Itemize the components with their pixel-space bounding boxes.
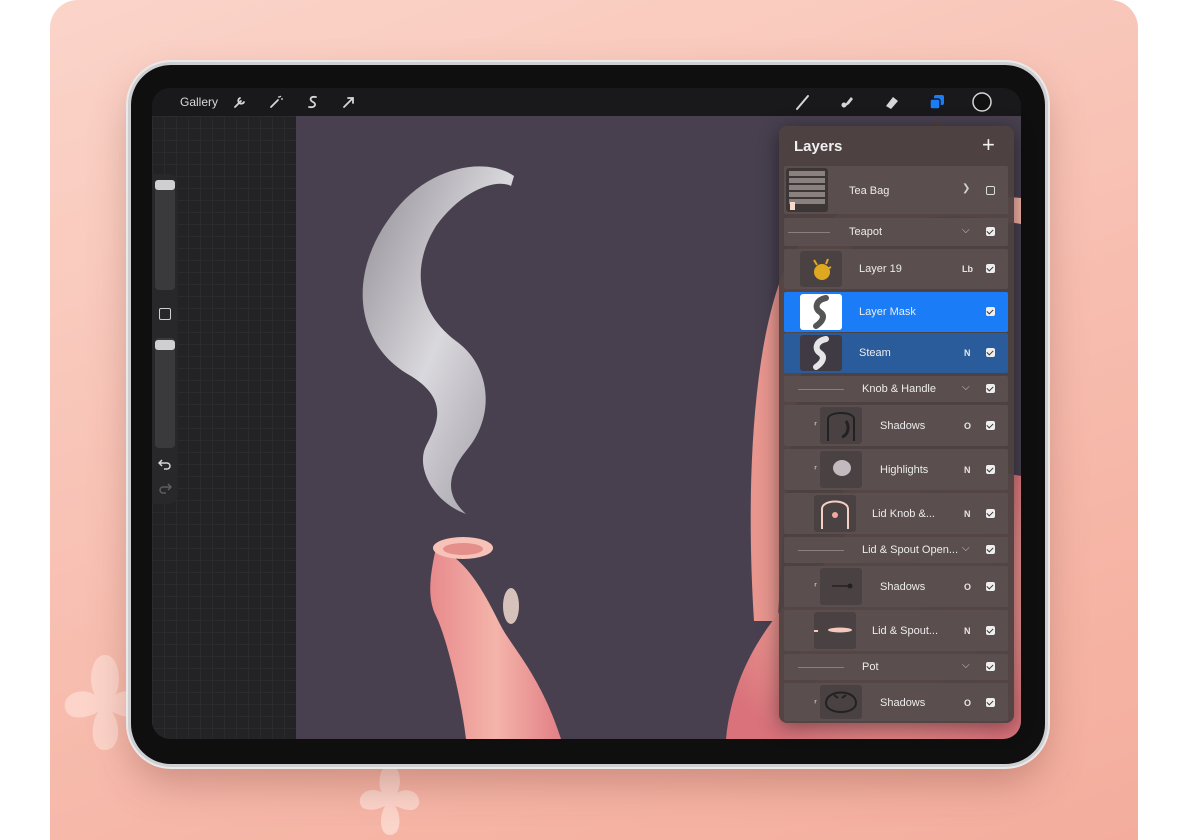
visibility-checkbox[interactable] [986,186,995,195]
chevron-down-icon[interactable]: ⌵ [962,382,970,393]
blend-mode-label[interactable]: N [964,509,971,519]
clipping-mask-icon: ⸢ [814,465,818,475]
blend-mode-label[interactable]: N [964,348,971,358]
redo-icon[interactable] [158,482,172,494]
steam-shape [362,166,514,515]
flower-decoration [359,765,420,835]
blend-mode-label[interactable]: N [964,465,971,475]
visibility-checkbox[interactable] [986,582,995,591]
clipping-mask-icon: ⸢ [814,421,818,431]
layer-thumbnail [814,495,856,532]
chevron-down-icon[interactable]: ⌵ [962,660,970,671]
layers-panel: Layers + Tea Bag ❯ Teapot ⌵ Layer 19 Lb … [779,126,1014,723]
chevron-down-icon[interactable]: ⌵ [962,225,970,236]
blend-mode-label[interactable]: O [964,582,971,592]
visibility-checkbox[interactable] [986,509,995,518]
wrench-icon[interactable] [231,93,249,111]
top-toolbar: Gallery [152,88,1021,116]
layer-name: Shadows [880,420,926,432]
visibility-checkbox[interactable] [986,307,995,316]
layer-name: Tea Bag [849,185,890,197]
clipping-mask-icon: ⸢ [814,699,818,709]
opacity-slider[interactable] [155,338,175,448]
side-toolbar [152,174,178,504]
blend-mode-label[interactable]: N [964,626,971,636]
group-name: Lid & Spout Open... [862,544,959,556]
gallery-button[interactable]: Gallery [180,95,218,109]
layer-row-tea-bag[interactable]: Tea Bag ❯ [784,166,1008,214]
layer-row-shadows-3[interactable]: ⸢ Shadows O [784,683,1008,721]
layer-name: Lid & Spout... [872,625,939,637]
group-divider [798,550,844,551]
brush-size-thumb[interactable] [155,180,175,190]
visibility-checkbox[interactable] [986,662,995,671]
layer-row-layer-mask[interactable]: Layer Mask [784,292,1008,332]
brush-size-slider[interactable] [155,180,175,290]
chevron-right-icon[interactable]: ❯ [962,183,970,194]
mask-thumbnail [800,294,842,330]
magic-wand-icon[interactable] [267,93,285,111]
group-name: Knob & Handle [862,383,936,395]
group-row-pot[interactable]: Pot ⌵ [784,654,1008,680]
visibility-checkbox[interactable] [986,465,995,474]
group-divider [798,667,844,668]
layer-name: Shadows [880,697,926,709]
visibility-checkbox[interactable] [986,421,995,430]
layer-row-lid-knob[interactable]: Lid Knob &... N [784,493,1008,534]
panel-title: Layers [794,138,843,155]
color-swatch-icon[interactable] [971,91,993,113]
group-name: Teapot [849,226,883,238]
layer-name: Layer Mask [859,306,916,318]
layer-thumbnail [800,251,842,287]
teapot-spout [430,548,561,739]
group-divider [798,389,844,390]
layer-name: Layer 19 [859,263,902,275]
undo-icon[interactable] [158,458,172,470]
layer-name: Highlights [880,464,929,476]
layer-name: Lid Knob &... [872,508,935,520]
layer-thumbnail [800,335,842,371]
layer-row-steam[interactable]: Steam N [784,333,1008,373]
layer-thumbnail [820,685,862,719]
layer-thumbnail [820,451,862,488]
layer-row-shadows-2[interactable]: ⸢ Shadows O [784,566,1008,607]
eraser-icon[interactable] [883,93,901,111]
brush-icon[interactable] [794,93,812,111]
selection-icon[interactable] [304,93,322,111]
group-divider [788,232,830,233]
visibility-checkbox[interactable] [986,227,995,236]
group-row-lid-spout-opening[interactable]: Lid & Spout Open... ⌵ [784,537,1008,563]
group-row-teapot[interactable]: Teapot ⌵ [784,218,1008,246]
layers-icon[interactable] [928,93,946,111]
layer-thumbnail [786,168,828,212]
chevron-down-icon[interactable]: ⌵ [962,543,970,554]
layer-thumbnail [820,407,862,444]
visibility-checkbox[interactable] [986,348,995,357]
layer-row-lid-spout[interactable]: Lid & Spout... N [784,610,1008,651]
clipping-mask-icon: ⸢ [814,582,818,592]
layer-thumbnail [814,612,856,649]
blend-mode-label[interactable]: Lb [962,264,973,274]
group-row-knob-handle[interactable]: Knob & Handle ⌵ [784,376,1008,402]
layer-row-shadows[interactable]: ⸢ Shadows O [784,405,1008,446]
opacity-thumb[interactable] [155,340,175,350]
visibility-checkbox[interactable] [986,545,995,554]
add-layer-button[interactable]: + [982,134,995,156]
blend-mode-label[interactable]: O [964,421,971,431]
visibility-checkbox[interactable] [986,384,995,393]
visibility-checkbox[interactable] [986,698,995,707]
smudge-icon[interactable] [838,93,856,111]
layer-thumbnail [820,568,862,605]
layer-name: Shadows [880,581,926,593]
visibility-checkbox[interactable] [986,264,995,273]
blend-mode-label[interactable]: O [964,698,971,708]
visibility-checkbox[interactable] [986,626,995,635]
modify-button[interactable] [159,308,171,320]
group-name: Pot [862,661,879,673]
transform-arrow-icon[interactable] [340,93,358,111]
layer-row-highlights[interactable]: ⸢ Highlights N [784,449,1008,490]
layer-row-layer-19[interactable]: Layer 19 Lb [784,249,1008,289]
layer-name: Steam [859,347,891,359]
